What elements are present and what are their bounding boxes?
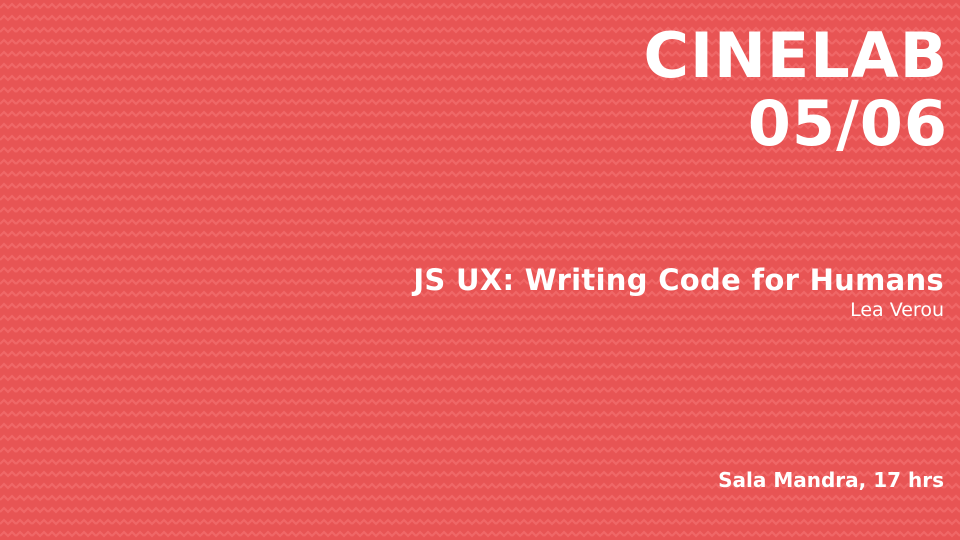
- event-name: CINELAB: [643, 19, 948, 92]
- talk-title: JS UX: Writing Code for Humans: [413, 263, 944, 297]
- talk-info: JS UX: Writing Code for Humans Lea Verou: [413, 262, 944, 322]
- slide: CINELAB 05/06 JS UX: Writing Code for Hu…: [0, 0, 960, 540]
- event-headline: CINELAB 05/06: [643, 22, 948, 158]
- talk-speaker: Lea Verou: [850, 299, 944, 321]
- event-date: 05/06: [747, 87, 948, 160]
- venue-text: Sala Mandra, 17 hrs: [718, 468, 944, 492]
